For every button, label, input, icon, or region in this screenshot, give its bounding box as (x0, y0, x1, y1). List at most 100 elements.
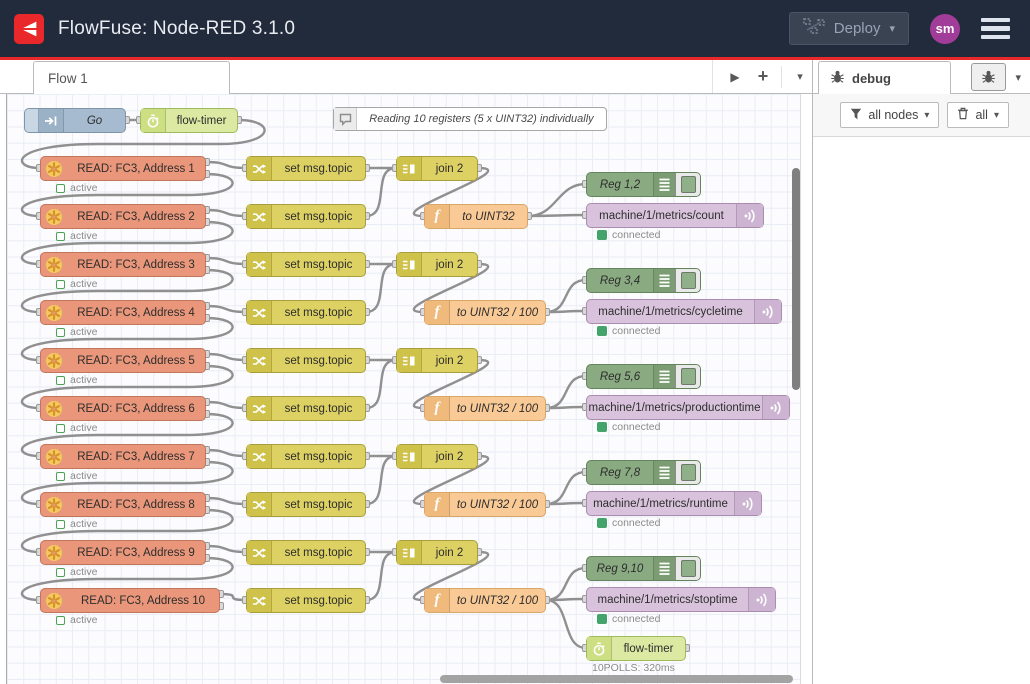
node-status: connected (597, 517, 660, 529)
node-modbus-read8[interactable]: READ: FC3, Address 8 (40, 492, 206, 517)
node-modbus-read7[interactable]: READ: FC3, Address 7 (40, 444, 206, 469)
node-label: READ: FC3, Address 3 (67, 253, 205, 276)
user-avatar[interactable]: sm (930, 14, 960, 44)
node-mqtt-mqtt3[interactable]: machine/1/metrics/productiontime (586, 395, 790, 420)
node-label: join 2 (422, 349, 477, 372)
node-join-join4[interactable]: join 2 (396, 444, 478, 469)
node-status: active (56, 422, 97, 434)
node-modbus-read4[interactable]: READ: FC3, Address 4 (40, 300, 206, 325)
node-change-set5[interactable]: set msg.topic (246, 348, 366, 373)
debug-list-icon (653, 461, 675, 484)
deploy-label: Deploy (834, 20, 881, 37)
node-join-join5[interactable]: join 2 (396, 540, 478, 565)
node-modbus-read1[interactable]: READ: FC3, Address 1 (40, 156, 206, 181)
debug-list-icon (653, 173, 675, 196)
wire[interactable] (528, 215, 586, 216)
wire[interactable] (546, 311, 586, 312)
node-inject-go[interactable]: Go (24, 108, 126, 133)
status-text: active (70, 518, 97, 530)
node-change-set1[interactable]: set msg.topic (246, 156, 366, 181)
comment-bubble-icon (334, 108, 357, 130)
node-comment-note1[interactable]: Reading 10 registers (5 x UINT32) indivi… (333, 107, 607, 131)
join-merge-icon (397, 157, 422, 180)
node-modbus-read6[interactable]: READ: FC3, Address 6 (40, 396, 206, 421)
filter-label: all nodes (868, 108, 918, 122)
run-flows-button[interactable]: ▶ (721, 64, 749, 90)
tab-debug[interactable]: debug (818, 61, 951, 94)
node-modbus-read5[interactable]: READ: FC3, Address 5 (40, 348, 206, 373)
tab-flow-1[interactable]: Flow 1 (33, 61, 230, 94)
node-mqtt-mqtt2[interactable]: machine/1/metrics/cycletime (586, 299, 782, 324)
node-modbus-read3[interactable]: READ: FC3, Address 3 (40, 252, 206, 277)
deploy-button[interactable]: Deploy ▾ (789, 12, 909, 45)
open-debug-window-button[interactable] (971, 63, 1006, 91)
node-timer-ft_top[interactable]: flow-timer (140, 108, 238, 133)
node-mqtt-mqtt4[interactable]: machine/1/metrics/runtime (586, 491, 762, 516)
sidebar-options-dropdown[interactable]: ▾ (1015, 71, 1021, 84)
node-debug-reg4[interactable]: Reg 7,8 (586, 460, 701, 485)
flow-list-dropdown[interactable]: ▾ (786, 64, 814, 90)
filter-nodes-button[interactable]: all nodes ▾ (840, 102, 939, 128)
node-debug-reg1[interactable]: Reg 1,2 (586, 172, 701, 197)
node-function-fn3[interactable]: fto UINT32 / 100 (424, 396, 546, 421)
node-modbus-read10[interactable]: READ: FC3, Address 10 (40, 588, 220, 613)
node-debug-reg5[interactable]: Reg 9,10 (586, 556, 701, 581)
node-join-join2[interactable]: join 2 (396, 252, 478, 277)
wire[interactable] (546, 503, 586, 504)
node-label: READ: FC3, Address 5 (67, 349, 205, 372)
node-function-fn1[interactable]: fto UINT32 (424, 204, 528, 229)
shuffle-arrows-icon (247, 253, 272, 276)
add-flow-button[interactable]: + (749, 64, 777, 90)
node-change-set7[interactable]: set msg.topic (246, 444, 366, 469)
node-mqtt-mqtt1[interactable]: machine/1/metrics/count (586, 203, 764, 228)
debug-message-list[interactable] (813, 137, 1030, 684)
node-join-join1[interactable]: join 2 (396, 156, 478, 181)
node-modbus-read9[interactable]: READ: FC3, Address 9 (40, 540, 206, 565)
node-status: active (56, 182, 97, 194)
vertical-scrollbar[interactable] (792, 168, 800, 390)
status-text: active (70, 470, 97, 482)
function-f-icon: f (425, 205, 450, 228)
node-change-set3[interactable]: set msg.topic (246, 252, 366, 277)
debug-toggle-button[interactable] (675, 365, 700, 388)
wire[interactable] (546, 407, 586, 408)
node-label: join 2 (422, 253, 477, 276)
node-label: to UINT32 (450, 205, 527, 228)
node-change-set4[interactable]: set msg.topic (246, 300, 366, 325)
clear-messages-button[interactable]: all ▾ (947, 102, 1009, 128)
clear-caret-icon: ▾ (994, 110, 999, 121)
debug-toggle-button[interactable] (675, 173, 700, 196)
node-change-set8[interactable]: set msg.topic (246, 492, 366, 517)
node-function-fn4[interactable]: fto UINT32 / 100 (424, 492, 546, 517)
debug-toggle-button[interactable] (675, 557, 700, 580)
debug-toggle-button[interactable] (675, 269, 700, 292)
brand-accent-line (0, 57, 1030, 60)
node-function-fn2[interactable]: fto UINT32 / 100 (424, 300, 546, 325)
node-timer-ft_bot[interactable]: flow-timer (586, 636, 686, 661)
node-mqtt-mqtt5[interactable]: machine/1/metrics/stoptime (586, 587, 776, 612)
palette-strip (0, 60, 7, 684)
node-change-set9[interactable]: set msg.topic (246, 540, 366, 565)
inject-button[interactable] (25, 109, 39, 132)
join-merge-icon (397, 445, 422, 468)
node-label: to UINT32 / 100 (450, 397, 545, 420)
node-change-set6[interactable]: set msg.topic (246, 396, 366, 421)
debug-toggle-button[interactable] (675, 461, 700, 484)
mqtt-broadcast-icon (736, 204, 763, 227)
node-status: 10POLLS: 320ms (592, 662, 675, 674)
node-label: machine/1/metrics/productiontime (587, 396, 762, 419)
horizontal-scrollbar[interactable] (440, 675, 793, 683)
status-ring-icon (56, 520, 65, 529)
node-label: set msg.topic (272, 397, 365, 420)
node-function-fn5[interactable]: fto UINT32 / 100 (424, 588, 546, 613)
node-change-set2[interactable]: set msg.topic (246, 204, 366, 229)
node-debug-reg3[interactable]: Reg 5,6 (586, 364, 701, 389)
modbus-flower-icon (41, 157, 67, 180)
deploy-caret-icon[interactable]: ▾ (889, 22, 895, 35)
node-modbus-read2[interactable]: READ: FC3, Address 2 (40, 204, 206, 229)
status-ring-icon (56, 376, 65, 385)
node-debug-reg2[interactable]: Reg 3,4 (586, 268, 701, 293)
node-join-join3[interactable]: join 2 (396, 348, 478, 373)
node-change-set10[interactable]: set msg.topic (246, 588, 366, 613)
menu-icon[interactable] (981, 18, 1010, 40)
